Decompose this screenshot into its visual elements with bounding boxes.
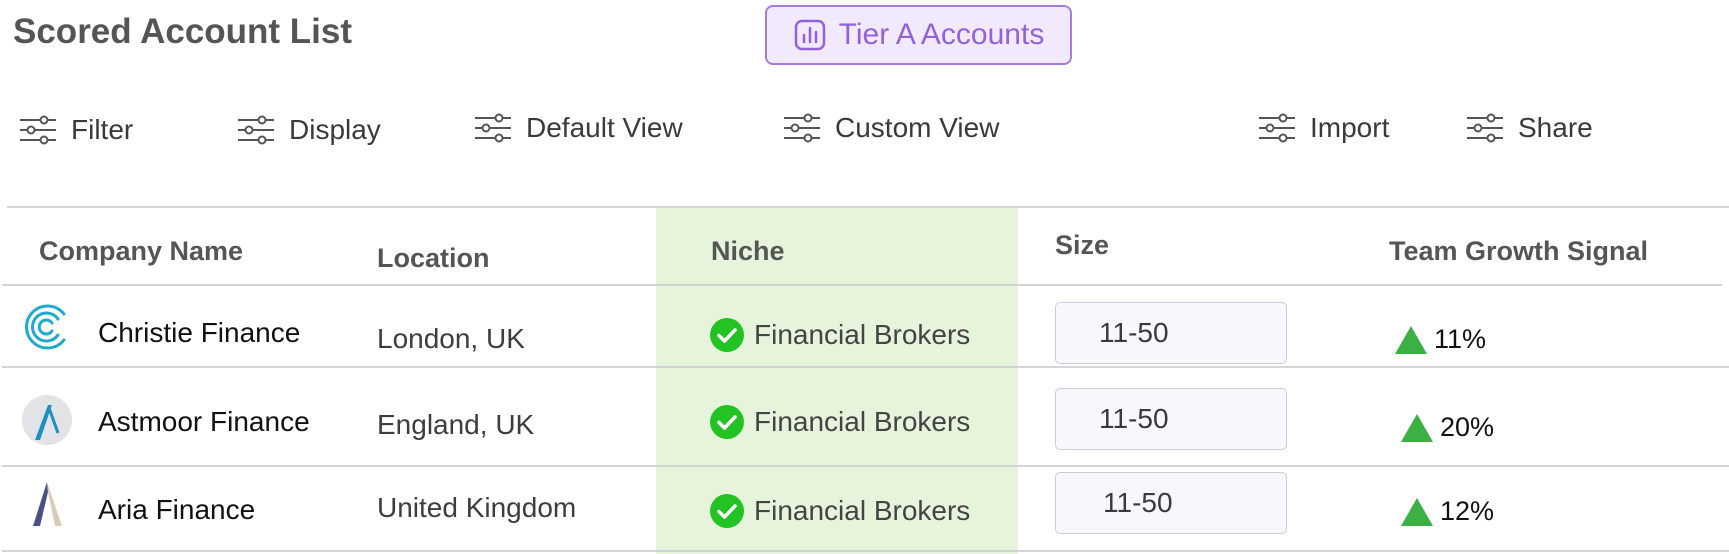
company-name[interactable]: Astmoor Finance	[98, 406, 310, 438]
page-title: Scored Account List	[13, 12, 353, 51]
table-top-divider	[7, 206, 1729, 208]
import-label: Import	[1310, 112, 1390, 143]
bar-chart-icon	[794, 19, 825, 51]
size-field[interactable]: 11-50	[1055, 472, 1287, 534]
location: United Kingdom	[377, 492, 577, 523]
custom-view-label: Custom View	[835, 112, 1000, 143]
up-triangle-icon	[1401, 414, 1433, 442]
custom-view-button[interactable]: Custom View	[783, 112, 999, 144]
column-header-size[interactable]: Size	[1055, 230, 1109, 261]
sliders-icon	[238, 115, 274, 145]
row-divider	[2, 366, 1729, 368]
filter-button[interactable]: Filter	[19, 114, 133, 146]
tier-a-accounts-label: Tier A Accounts	[838, 18, 1045, 51]
sliders-icon	[475, 113, 511, 143]
growth-value: 12%	[1440, 496, 1495, 526]
sliders-icon	[1467, 113, 1503, 143]
sliders-icon	[784, 113, 820, 143]
share-button[interactable]: Share	[1466, 112, 1593, 144]
size-field[interactable]: 11-50	[1055, 302, 1287, 364]
check-circle-icon	[710, 405, 744, 439]
filter-label: Filter	[71, 114, 134, 145]
niche-label: Financial Brokers	[754, 319, 971, 350]
import-button[interactable]: Import	[1258, 112, 1389, 144]
default-view-button[interactable]: Default View	[474, 112, 683, 144]
company-name[interactable]: Aria Finance	[98, 494, 255, 526]
niche-cell: Financial Brokers	[710, 405, 970, 439]
column-header-company-name[interactable]: Company Name	[39, 236, 243, 267]
column-header-niche[interactable]: Niche	[711, 236, 785, 267]
company-name[interactable]: Christie Finance	[98, 317, 300, 349]
growth-signal: 12%	[1400, 496, 1494, 527]
column-header-team-growth-signal[interactable]: Team Growth Signal	[1389, 236, 1648, 267]
up-triangle-icon	[1401, 498, 1433, 526]
size-value: 11-50	[1099, 317, 1169, 348]
aria-logo	[28, 480, 68, 533]
check-circle-icon	[710, 318, 744, 352]
default-view-label: Default View	[526, 112, 683, 143]
size-field[interactable]: 11-50	[1055, 388, 1287, 450]
size-value: 11-50	[1103, 487, 1173, 518]
growth-signal: 11%	[1394, 324, 1486, 355]
table-bottom-divider	[2, 550, 1729, 552]
up-triangle-icon	[1395, 326, 1427, 354]
growth-value: 20%	[1440, 412, 1495, 442]
share-label: Share	[1518, 112, 1593, 143]
sliders-icon	[1259, 113, 1295, 143]
sliders-icon	[20, 115, 56, 145]
tier-a-accounts-button[interactable]: Tier A Accounts	[765, 5, 1072, 65]
niche-label: Financial Brokers	[754, 495, 971, 526]
niche-cell: Financial Brokers	[710, 494, 970, 528]
niche-label: Financial Brokers	[754, 406, 971, 437]
display-label: Display	[289, 114, 381, 145]
row-divider	[2, 465, 1729, 467]
column-header-location[interactable]: Location	[377, 243, 490, 274]
niche-cell: Financial Brokers	[710, 318, 970, 352]
header-divider	[2, 284, 1722, 286]
location: England, UK	[377, 409, 535, 440]
growth-signal: 20%	[1400, 412, 1494, 443]
location: London, UK	[377, 323, 525, 354]
display-button[interactable]: Display	[237, 114, 381, 146]
astmoor-logo	[22, 395, 72, 450]
check-circle-icon	[710, 494, 744, 528]
growth-value: 11%	[1434, 324, 1487, 354]
size-value: 11-50	[1099, 403, 1169, 434]
christie-logo	[22, 302, 72, 357]
